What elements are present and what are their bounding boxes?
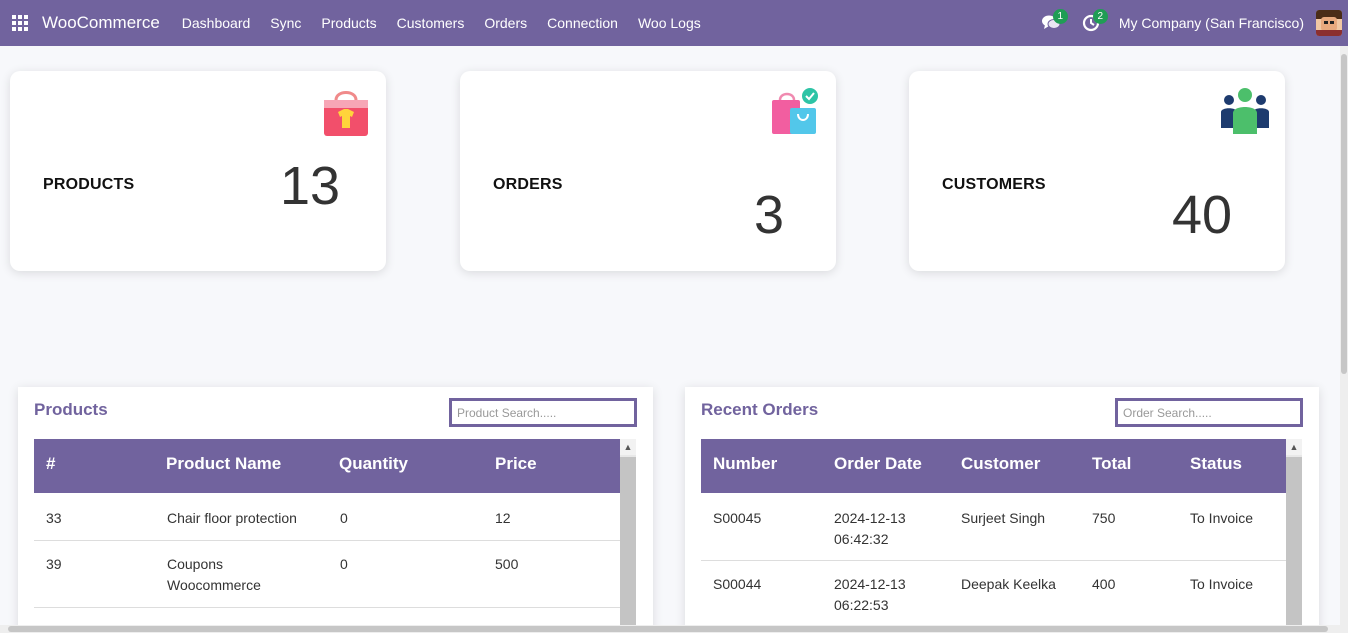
col-order-date[interactable]: Order Date (834, 454, 922, 474)
cell-quantity: 0 (340, 556, 348, 572)
nav-customers[interactable]: Customers (387, 0, 475, 46)
activities-button[interactable]: 2 (1071, 0, 1111, 46)
messages-button[interactable]: 1 (1031, 0, 1071, 46)
table-row[interactable]: 33 Chair floor protection 0 12 (34, 493, 620, 541)
shopping-bag-icon (324, 91, 368, 136)
col-total[interactable]: Total (1092, 454, 1131, 474)
cell-total: 400 (1092, 576, 1116, 592)
cell-product-name-line2: Woocommerce (167, 577, 261, 593)
cell-status: To Invoice (1190, 576, 1254, 592)
scroll-up-icon[interactable]: ▲ (620, 439, 636, 455)
products-stat-label: PRODUCTS (43, 176, 135, 193)
nav-products[interactable]: Products (311, 0, 386, 46)
products-table: # Product Name Quantity Price 33 Chair f… (34, 439, 620, 633)
messages-badge: 1 (1052, 9, 1068, 24)
cell-price: 12 (495, 510, 511, 526)
page-horizontal-scrollbar-thumb[interactable] (8, 626, 1328, 632)
user-avatar[interactable] (1316, 10, 1342, 36)
app-brand[interactable]: WooCommerce (40, 13, 162, 33)
cell-product-name: Coupons (167, 556, 224, 572)
col-product-name[interactable]: Product Name (166, 454, 281, 474)
page-vertical-scrollbar-thumb[interactable] (1341, 54, 1347, 374)
products-panel: Products # Product Name Quantity Price 3… (18, 387, 653, 633)
col-quantity[interactable]: Quantity (339, 454, 408, 474)
nav-connection[interactable]: Connection (537, 0, 628, 46)
cell-order-date: 2024-12-13 (834, 576, 906, 592)
page-horizontal-scrollbar[interactable] (0, 625, 1340, 633)
nav-orders[interactable]: Orders (474, 0, 537, 46)
cell-quantity: 0 (340, 510, 348, 526)
cell-customer: Deepak Keelka (961, 576, 1056, 592)
products-table-header: # Product Name Quantity Price (34, 439, 620, 493)
orders-panel-title: Recent Orders (701, 400, 819, 419)
scrollbar-thumb[interactable] (620, 457, 636, 633)
cell-order-number: S00045 (713, 510, 762, 526)
page-vertical-scrollbar[interactable] (1340, 46, 1348, 633)
table-row[interactable]: S00045 2024-12-13 06:42:32 Surjeet Singh… (701, 493, 1286, 561)
col-customer[interactable]: Customer (961, 454, 1040, 474)
orders-stat-value: 3 (754, 185, 785, 245)
col-status[interactable]: Status (1190, 454, 1242, 474)
table-row[interactable]: 39 Coupons Woocommerce 0 500 (34, 541, 620, 608)
cell-status: To Invoice (1190, 510, 1254, 526)
orders-stat-label: ORDERS (493, 176, 563, 193)
company-switcher[interactable]: My Company (San Francisco) (1111, 15, 1316, 31)
cell-price: 500 (495, 556, 519, 572)
cell-id: 39 (46, 556, 62, 572)
nav-woo-logs[interactable]: Woo Logs (628, 0, 711, 46)
cell-order-time: 06:22:53 (834, 597, 889, 613)
product-search-input[interactable] (449, 398, 637, 427)
cell-product-name: Chair floor protection (167, 510, 297, 526)
products-table-scrollbar[interactable]: ▲ (620, 439, 636, 633)
cell-order-time: 06:42:32 (834, 531, 889, 547)
orders-table: Number Order Date Customer Total Status … (701, 439, 1286, 633)
activities-badge: 2 (1092, 9, 1108, 24)
top-navbar: WooCommerce Dashboard Sync Products Cust… (0, 0, 1348, 46)
scrollbar-thumb[interactable] (1286, 457, 1302, 633)
people-group-icon (1221, 88, 1269, 134)
table-row[interactable]: S00044 2024-12-13 06:22:53 Deepak Keelka… (701, 561, 1286, 629)
cell-order-number: S00044 (713, 576, 762, 592)
customers-stat-label: CUSTOMERS (942, 176, 1046, 193)
orders-table-header: Number Order Date Customer Total Status (701, 439, 1286, 493)
customers-stat-card[interactable]: CUSTOMERS 40 (909, 71, 1285, 271)
products-panel-title: Products (34, 400, 108, 419)
cell-total: 750 (1092, 510, 1116, 526)
col-number[interactable]: # (46, 454, 55, 474)
products-stat-value: 13 (280, 156, 341, 216)
scroll-up-icon[interactable]: ▲ (1286, 439, 1302, 455)
products-stat-card[interactable]: PRODUCTS 13 (10, 71, 386, 271)
apps-menu-icon[interactable] (0, 0, 40, 46)
nav-dashboard[interactable]: Dashboard (172, 0, 261, 46)
orders-stat-card[interactable]: ORDERS 3 (460, 71, 836, 271)
nav-sync[interactable]: Sync (260, 0, 311, 46)
cell-id: 33 (46, 510, 62, 526)
cell-customer: Surjeet Singh (961, 510, 1046, 526)
order-search-input[interactable] (1115, 398, 1303, 427)
cell-order-date: 2024-12-13 (834, 510, 906, 526)
shopping-bags-check-icon (772, 88, 818, 134)
col-price[interactable]: Price (495, 454, 537, 474)
orders-panel: Recent Orders Number Order Date Customer… (685, 387, 1319, 633)
col-order-number[interactable]: Number (713, 454, 777, 474)
customers-stat-value: 40 (1172, 185, 1233, 245)
orders-table-scrollbar[interactable]: ▲ (1286, 439, 1302, 633)
